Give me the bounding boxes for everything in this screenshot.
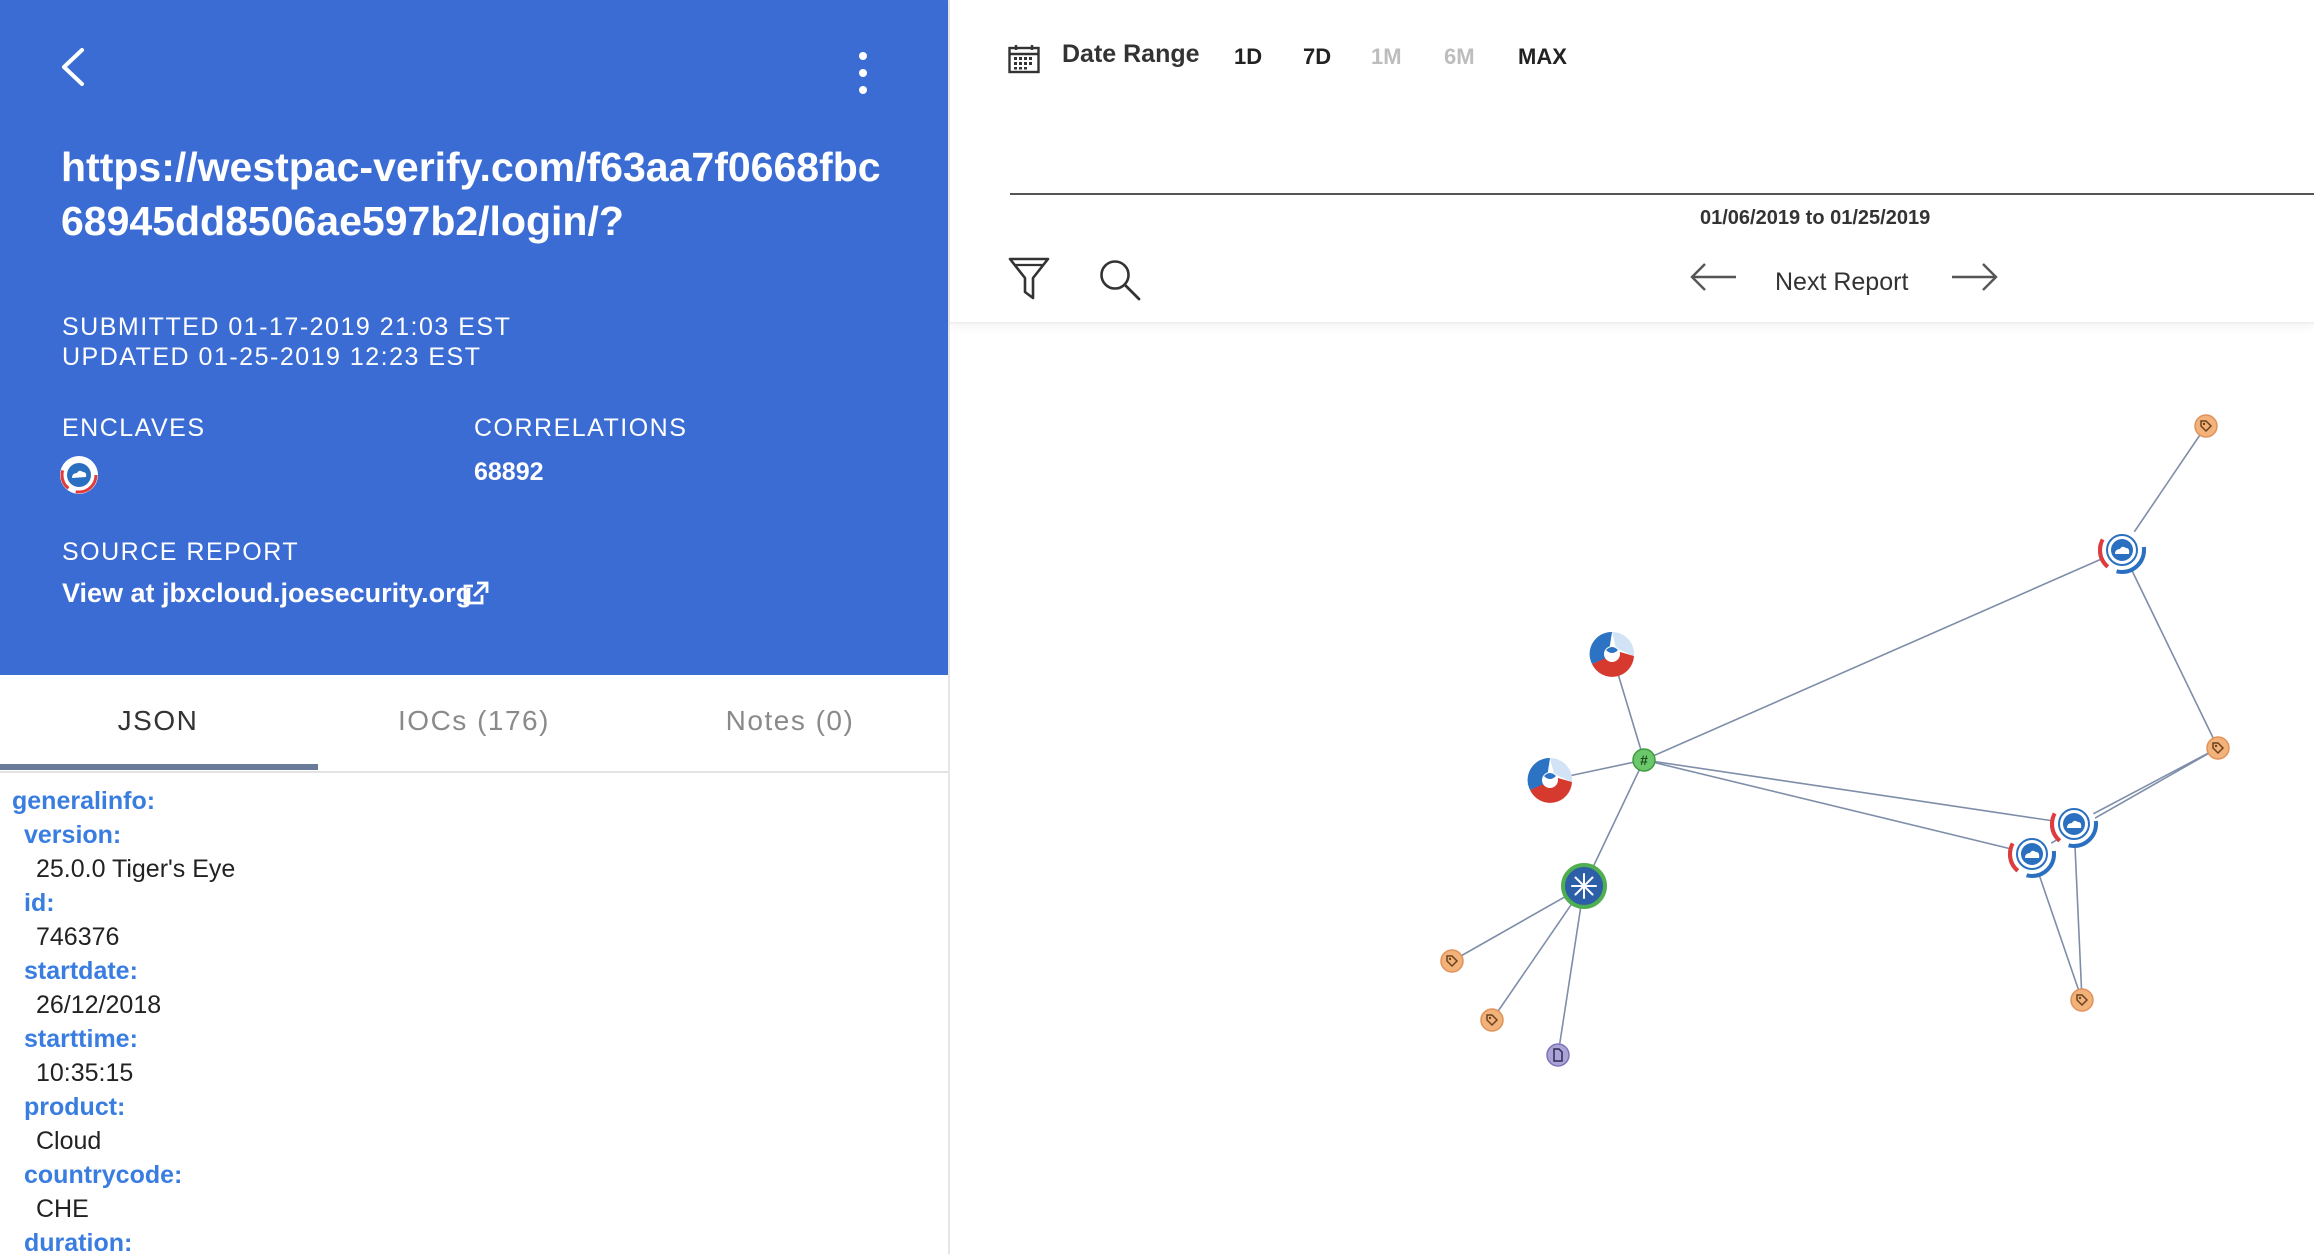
tab-notes[interactable]: Notes (0) [632,675,948,771]
json-key: countrycode: [24,1161,183,1189]
json-root-key: generalinfo: [12,787,156,815]
json-key: id: [24,889,55,917]
json-value: 25.0.0 Tiger's Eye [36,855,236,883]
range-max-button[interactable]: MAX [1518,44,1567,70]
enclaves-label: ENCLAVES [62,414,206,442]
range-1d-button[interactable]: 1D [1234,44,1262,70]
tag-node[interactable] [1440,949,1464,973]
tag-node[interactable] [2070,988,2094,1012]
report-header: https://westpac-verify.com/f63aa7f0668fb… [0,0,948,675]
correlation-graph-panel: Date Range 1D 7D 1M 6M MAX 01/06/2019 to… [950,0,2314,1254]
back-button[interactable] [54,42,94,92]
selected-date-span: 01/06/2019 to 01/25/2019 [1700,207,1930,230]
graph-toolbar: Date Range 1D 7D 1M 6M MAX 01/06/2019 to… [950,0,2314,324]
url-indicator-node[interactable] [1561,863,1607,909]
json-key: startdate: [24,957,138,985]
graph-edges [1451,425,2219,1056]
enclave-node[interactable] [2008,830,2056,878]
next-report-arrow-icon[interactable] [1950,262,1998,292]
next-report-button[interactable]: Next Report [1775,268,1908,297]
hash-hub-node[interactable]: # [1632,748,1656,772]
json-value: Cloud [36,1127,102,1155]
submitted-date: SUBMITTED 01-17-2019 21:03 EST [62,313,512,341]
search-icon[interactable] [1098,258,1142,302]
detail-tabs: JSON IOCs (176) Notes (0) [0,675,948,773]
json-key: starttime: [24,1025,138,1053]
tag-node[interactable] [2206,736,2230,760]
malware-report-node[interactable] [1589,631,1635,677]
filter-icon[interactable] [1008,256,1050,302]
json-value: 26/12/2018 [36,991,162,1019]
json-value: 10:35:15 [36,1059,134,1087]
enclave-node[interactable] [2098,526,2146,574]
date-span-start: 01/06/2019 [1700,207,1801,229]
file-node[interactable] [1546,1043,1570,1067]
json-value: CHE [36,1195,89,1223]
tag-node[interactable] [2194,414,2218,438]
updated-date: UPDATED 01-25-2019 12:23 EST [62,343,482,371]
timeline-slider-track[interactable] [1010,193,2314,195]
json-key: product: [24,1093,126,1121]
enclave-cloud-icon[interactable] [60,456,98,494]
previous-report-arrow-icon[interactable] [1690,262,1738,292]
json-viewer: generalinfo: version: 25.0.0 Tiger's Eye… [12,784,932,1260]
date-range-label: Date Range [1062,40,1200,68]
more-options-button[interactable] [848,52,878,104]
range-7d-button[interactable]: 7D [1303,44,1331,70]
correlations-label: CORRELATIONS [474,414,688,442]
tag-node[interactable] [1480,1008,1504,1032]
enclave-node[interactable] [2050,800,2098,848]
chevron-left-icon [62,48,84,86]
tab-json[interactable]: JSON [0,675,316,771]
json-value: 746376 [36,923,120,951]
date-span-to: to [1805,207,1825,229]
json-key: version: [24,821,122,849]
correlation-graph-canvas[interactable]: # [950,324,2314,1254]
malware-report-node[interactable] [1527,757,1573,803]
json-key: duration: [24,1229,133,1257]
source-report-link[interactable]: View at jbxcloud.joesecurity.org [62,578,472,609]
active-tab-indicator [0,764,318,770]
tab-iocs[interactable]: IOCs (176) [316,675,632,771]
source-report-label: SOURCE REPORT [62,538,300,566]
kebab-menu-icon [848,52,878,94]
range-1m-button[interactable]: 1M [1371,44,1402,70]
report-detail-panel: https://westpac-verify.com/f63aa7f0668fb… [0,0,950,1257]
date-span-end: 01/25/2019 [1830,207,1931,229]
calendar-icon [1008,44,1040,74]
external-link-icon[interactable] [462,580,490,608]
correlations-count: 68892 [474,458,544,486]
hub-glyph: # [1640,752,1648,768]
indicator-url-title: https://westpac-verify.com/f63aa7f0668fb… [61,144,881,244]
range-6m-button[interactable]: 6M [1444,44,1475,70]
